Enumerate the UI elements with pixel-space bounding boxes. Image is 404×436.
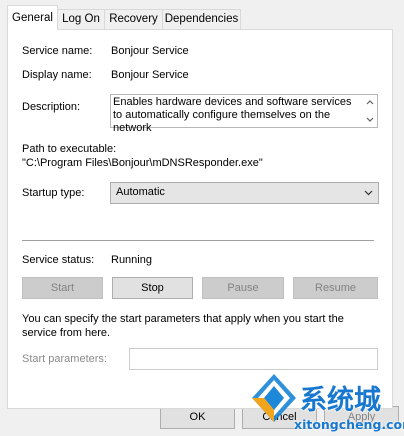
description-scrollbar[interactable]: [363, 95, 377, 127]
display-name-label: Display name:: [22, 69, 92, 81]
display-name-value: Bonjour Service: [111, 69, 189, 81]
start-button[interactable]: Start: [22, 277, 103, 299]
startup-type-value: Automatic: [116, 186, 165, 198]
service-name-label: Service name:: [22, 45, 93, 57]
service-properties-dialog: General Log On Recovery Dependencies Ser…: [0, 0, 404, 436]
start-params-hint: You can specify the start parameters tha…: [22, 313, 344, 339]
chevron-down-icon: [364, 190, 373, 196]
description-textbox[interactable]: Enables hardware devices and software se…: [110, 94, 378, 134]
resume-button[interactable]: Resume: [293, 277, 378, 299]
tab-log-on[interactable]: Log On: [57, 9, 105, 29]
tab-general-label: General: [12, 12, 53, 24]
watermark-logo-icon: [252, 374, 296, 422]
watermark-brand: 系统城: [300, 385, 381, 416]
stop-button[interactable]: Stop: [112, 277, 193, 299]
scroll-up-icon[interactable]: [366, 99, 374, 105]
tab-dependencies[interactable]: Dependencies: [162, 9, 241, 29]
path-label: Path to executable:: [22, 143, 117, 155]
startup-type-select[interactable]: Automatic: [110, 182, 379, 204]
ok-button[interactable]: OK: [160, 406, 235, 429]
description-label: Description:: [22, 101, 81, 113]
path-value: "C:\Program Files\Bonjour\mDNSResponder.…: [22, 157, 263, 169]
tab-recovery[interactable]: Recovery: [104, 9, 163, 29]
service-status-label: Service status:: [22, 254, 95, 266]
watermark: 系统城 xitongcheng.com: [250, 368, 404, 436]
startup-type-label: Startup type:: [22, 187, 85, 199]
separator: [22, 240, 374, 241]
general-tab-panel: Service name: Bonjour Service Display na…: [7, 29, 393, 409]
start-params-input[interactable]: [129, 348, 378, 370]
description-text: Enables hardware devices and software se…: [113, 96, 352, 134]
tab-dependencies-label: Dependencies: [164, 13, 239, 25]
service-status-value: Running: [111, 254, 152, 266]
watermark-site: xitongcheng.com: [294, 417, 404, 432]
pause-button[interactable]: Pause: [202, 277, 284, 299]
start-params-label: Start parameters:: [22, 353, 107, 365]
scroll-down-icon[interactable]: [366, 117, 374, 123]
tab-general[interactable]: General: [7, 5, 58, 30]
tab-recovery-label: Recovery: [109, 13, 158, 25]
service-name-value: Bonjour Service: [111, 45, 189, 57]
tab-log-on-label: Log On: [62, 13, 100, 25]
